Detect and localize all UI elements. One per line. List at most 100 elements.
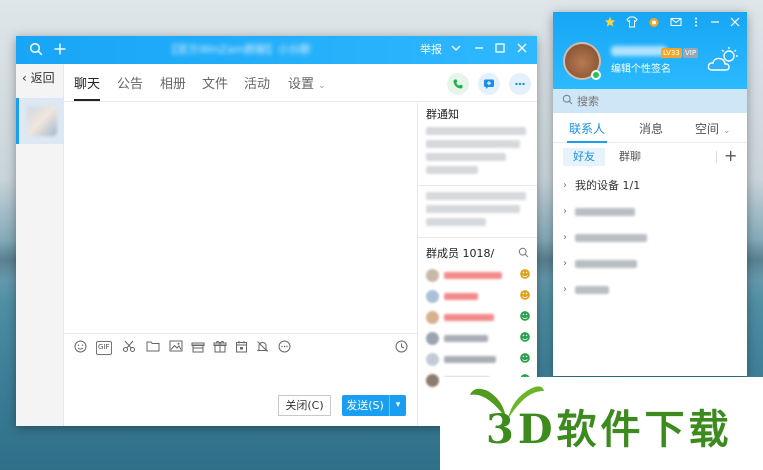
conversation-sidebar: ‹ 返回 (16, 64, 64, 426)
tab-contacts[interactable]: 联系人 (569, 122, 605, 136)
chat-titlebar[interactable]: 【官方WinZam群聊】小分群 举报 (16, 36, 537, 64)
maximize-icon[interactable] (492, 42, 508, 58)
chevron-down-icon[interactable] (448, 42, 464, 58)
search-input[interactable] (577, 93, 737, 109)
scissors-icon[interactable] (122, 340, 136, 354)
site-watermark: 3D软件下载 (440, 377, 763, 470)
member-row[interactable]: ☻ (426, 351, 536, 367)
nickname (611, 46, 667, 56)
chevron-down-icon: ⌄ (722, 126, 731, 136)
send-button[interactable]: 发送(S) ▾ (342, 395, 406, 416)
tab-settings[interactable]: 设置 ⌄ (288, 77, 326, 94)
tab-announcement[interactable]: 公告 (117, 77, 143, 93)
member-icon: ☻ (519, 352, 531, 365)
member-row[interactable]: ☻ (426, 267, 536, 283)
history-clock-icon[interactable] (395, 340, 408, 354)
contact-group-label: 我的设备 1/1 (575, 179, 641, 192)
contact-group[interactable]: › (563, 281, 743, 299)
more-circle-icon[interactable] (278, 340, 291, 354)
image-icon[interactable] (169, 340, 183, 354)
add-contact-icon[interactable]: + (724, 146, 737, 166)
level-badge[interactable]: LV33 (661, 48, 682, 58)
member-name (444, 335, 488, 342)
calendar-icon[interactable] (235, 340, 248, 354)
main-tabs: 联系人 消息 空间 ⌄ (553, 113, 747, 143)
tab-chat[interactable]: 聊天 (74, 77, 100, 93)
divider (716, 151, 717, 163)
more-button[interactable] (509, 73, 531, 95)
emoji-icon[interactable] (74, 340, 87, 354)
weather-icon[interactable] (707, 46, 739, 72)
contact-search-bar[interactable] (553, 89, 747, 113)
tab-files[interactable]: 文件 (202, 77, 228, 93)
mail-icon[interactable] (669, 16, 683, 30)
member-row[interactable]: ☻ (426, 309, 536, 325)
bell-off-icon[interactable] (256, 340, 269, 354)
tab-messages[interactable]: 消息 (639, 122, 663, 136)
contact-group-my-devices[interactable]: › 我的设备 1/1 (563, 177, 743, 195)
tab-space-label: 空间 (695, 122, 720, 136)
send-options-chevron-icon[interactable]: ▾ (389, 395, 406, 416)
tab-settings-label: 设置 (288, 77, 315, 92)
member-avatar (426, 374, 439, 387)
contact-group[interactable]: › (563, 203, 743, 221)
vip-badge[interactable]: VIP (683, 48, 699, 58)
search-icon (562, 94, 574, 106)
subtab-friends[interactable]: 好友 (563, 148, 605, 166)
member-icon: ☻ (519, 310, 531, 323)
chevron-left-icon: ‹ (22, 71, 27, 85)
send-label: 发送(S) (346, 399, 384, 412)
online-status-icon[interactable] (591, 70, 601, 80)
message-add-button[interactable] (478, 73, 500, 95)
shirt-icon[interactable] (625, 16, 639, 30)
back-button[interactable]: ‹ 返回 (22, 70, 55, 86)
close-icon[interactable] (514, 42, 530, 58)
notice-text-line (426, 140, 520, 148)
member-search-icon[interactable] (518, 247, 530, 259)
divider (418, 185, 537, 186)
minimize-icon[interactable] (708, 16, 722, 30)
report-link[interactable]: 举报 (420, 43, 442, 57)
medal-icon[interactable] (647, 16, 661, 30)
gift-box-icon[interactable] (191, 340, 205, 354)
divider (418, 237, 537, 238)
subtab-groups[interactable]: 群聊 (619, 148, 641, 166)
input-toolbar: GIF (64, 333, 417, 359)
contact-group-label (575, 208, 635, 216)
signature[interactable]: 编辑个性签名 (611, 64, 671, 76)
contact-group-label (575, 260, 637, 268)
tab-activity[interactable]: 活动 (244, 77, 270, 93)
notice-text-line (426, 192, 526, 200)
close-chat-button[interactable]: 关闭(C) (278, 395, 331, 416)
tab-album[interactable]: 相册 (160, 77, 186, 93)
member-avatar (426, 353, 439, 366)
tab-space[interactable]: 空间 ⌄ (695, 122, 730, 138)
notice-text-line (426, 218, 486, 226)
star-icon[interactable] (603, 16, 617, 30)
active-tab-indicator (74, 99, 100, 101)
notice-text-line (426, 205, 520, 213)
owner-icon: ☻ (519, 268, 531, 281)
member-name (444, 314, 494, 321)
member-avatar (426, 332, 439, 345)
member-avatar (426, 311, 439, 324)
close-icon[interactable] (728, 16, 742, 30)
message-input[interactable]: 关闭(C) 发送(S) ▾ (64, 359, 417, 426)
chat-tabs: 聊天 公告 相册 文件 活动 设置 ⌄ (64, 64, 537, 102)
search-icon[interactable] (28, 42, 44, 58)
contact-subtabs: 好友 群聊 + (553, 143, 747, 171)
message-area[interactable] (64, 103, 417, 333)
contact-group[interactable]: › (563, 229, 743, 247)
main-contacts-panel: LV33 VIP 编辑个性签名 联系人 消息 空间 ⌄ 好友 (553, 12, 747, 376)
minimize-icon[interactable] (471, 42, 487, 58)
member-row[interactable]: ☻ (426, 330, 536, 346)
gift-icon[interactable] (213, 340, 227, 354)
folder-icon[interactable] (146, 340, 160, 354)
gif-icon[interactable]: GIF (96, 341, 112, 355)
sidebar-item-current-group[interactable] (16, 98, 64, 144)
menu-dots-icon[interactable] (689, 16, 703, 30)
member-row[interactable]: ☻ (426, 288, 536, 304)
plus-icon[interactable] (52, 42, 68, 58)
contact-group[interactable]: › (563, 255, 743, 273)
phone-call-button[interactable] (447, 73, 469, 95)
